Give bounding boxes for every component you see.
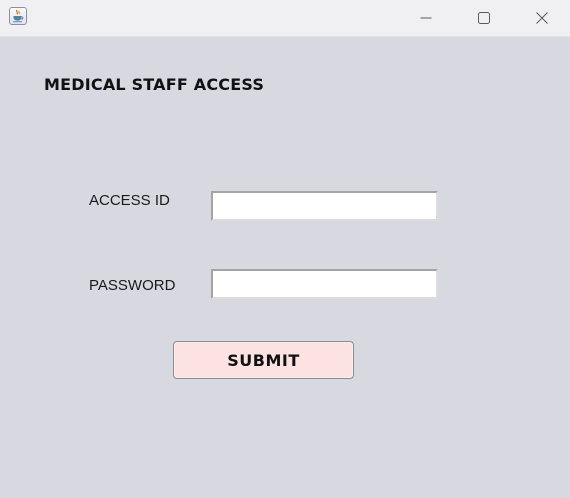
maximize-icon[interactable] <box>455 0 513 36</box>
access-id-label: ACCESS ID <box>89 192 170 209</box>
password-input[interactable] <box>211 269 438 299</box>
close-icon[interactable] <box>513 0 570 36</box>
password-label: PASSWORD <box>89 277 176 294</box>
java-cup-icon[interactable] <box>9 7 27 25</box>
access-id-input[interactable] <box>211 191 438 221</box>
form-title: MEDICAL STAFF ACCESS <box>44 75 265 94</box>
submit-button[interactable]: SUBMIT <box>173 341 354 379</box>
title-bar[interactable] <box>0 0 570 37</box>
app-window: MEDICAL STAFF ACCESS ACCESS ID PASSWORD … <box>0 0 570 498</box>
minimize-icon[interactable] <box>397 0 455 36</box>
